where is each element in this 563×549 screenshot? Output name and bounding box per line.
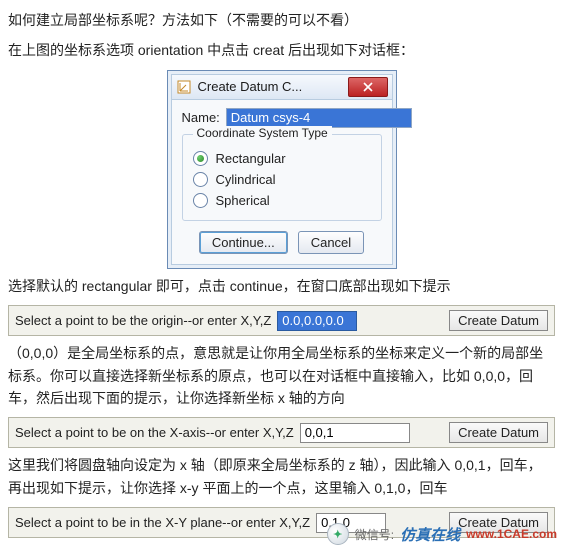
coord-type-group: Coordinate System Type Rectangular Cylin… — [182, 134, 382, 221]
paragraph-explain-origin: （0,0,0）是全局坐标系的点，意思就是让你用全局坐标系的坐标来定义一个新的局部… — [8, 342, 555, 409]
site-url: www.1CAE.com — [466, 527, 557, 541]
radio-cylindrical[interactable]: Cylindrical — [193, 172, 371, 187]
dialog-button-row: Continue... Cancel — [182, 231, 382, 254]
prompt-text: Select a point to be the origin--or ente… — [15, 313, 271, 328]
radio-label: Rectangular — [216, 151, 286, 166]
dialog-titlebar: Create Datum C... — [171, 74, 393, 100]
wechat-label: 微信号: — [355, 526, 394, 543]
radio-icon — [193, 193, 208, 208]
name-row: Name: — [182, 108, 382, 128]
radio-label: Spherical — [216, 193, 270, 208]
radio-rectangular[interactable]: Rectangular — [193, 151, 371, 166]
watermark: ✦ 微信号: 仿真在线 www.1CAE.com — [327, 523, 557, 545]
paragraph-explain-xaxis: 这里我们将圆盘轴向设定为 x 轴（即原来全局坐标系的 z 轴），因此输入 0,0… — [8, 454, 555, 499]
dialog-body: Name: Coordinate System Type Rectangular… — [171, 100, 393, 265]
create-datum-button[interactable]: Create Datum — [449, 310, 548, 331]
dialog-title: Create Datum C... — [198, 79, 348, 94]
cancel-button[interactable]: Cancel — [298, 231, 364, 254]
radio-spherical[interactable]: Spherical — [193, 193, 371, 208]
continue-button[interactable]: Continue... — [199, 231, 288, 254]
radio-label: Cylindrical — [216, 172, 276, 187]
radio-icon — [193, 151, 208, 166]
wechat-icon: ✦ — [327, 523, 349, 545]
dialog-screenshot: Create Datum C... Name: Coordinate Syste… — [8, 70, 555, 269]
name-input[interactable] — [226, 108, 412, 128]
name-label: Name: — [182, 110, 220, 125]
create-datum-button[interactable]: Create Datum — [449, 422, 548, 443]
origin-input[interactable] — [277, 311, 357, 331]
prompt-text: Select a point to be in the X-Y plane--o… — [15, 515, 310, 530]
close-icon — [363, 82, 373, 92]
datum-icon — [176, 79, 192, 95]
wechat-name: 仿真在线 — [400, 524, 460, 545]
xaxis-input[interactable] — [300, 423, 410, 443]
dialog-window: Create Datum C... Name: Coordinate Syste… — [167, 70, 397, 269]
paragraph-select-default: 选择默认的 rectangular 即可，点击 continue，在窗口底部出现… — [8, 275, 555, 297]
radio-icon — [193, 172, 208, 187]
paragraph-open-dialog: 在上图的坐标系选项 orientation 中点击 creat 后出现如下对话框… — [8, 39, 555, 61]
prompt-text: Select a point to be on the X-axis--or e… — [15, 425, 294, 440]
prompt-origin: Select a point to be the origin--or ente… — [8, 305, 555, 336]
prompt-xaxis: Select a point to be on the X-axis--or e… — [8, 417, 555, 448]
paragraph-intro: 如何建立局部坐标系呢？方法如下（不需要的可以不看） — [8, 9, 555, 31]
close-button[interactable] — [348, 77, 388, 97]
group-legend: Coordinate System Type — [193, 126, 332, 140]
